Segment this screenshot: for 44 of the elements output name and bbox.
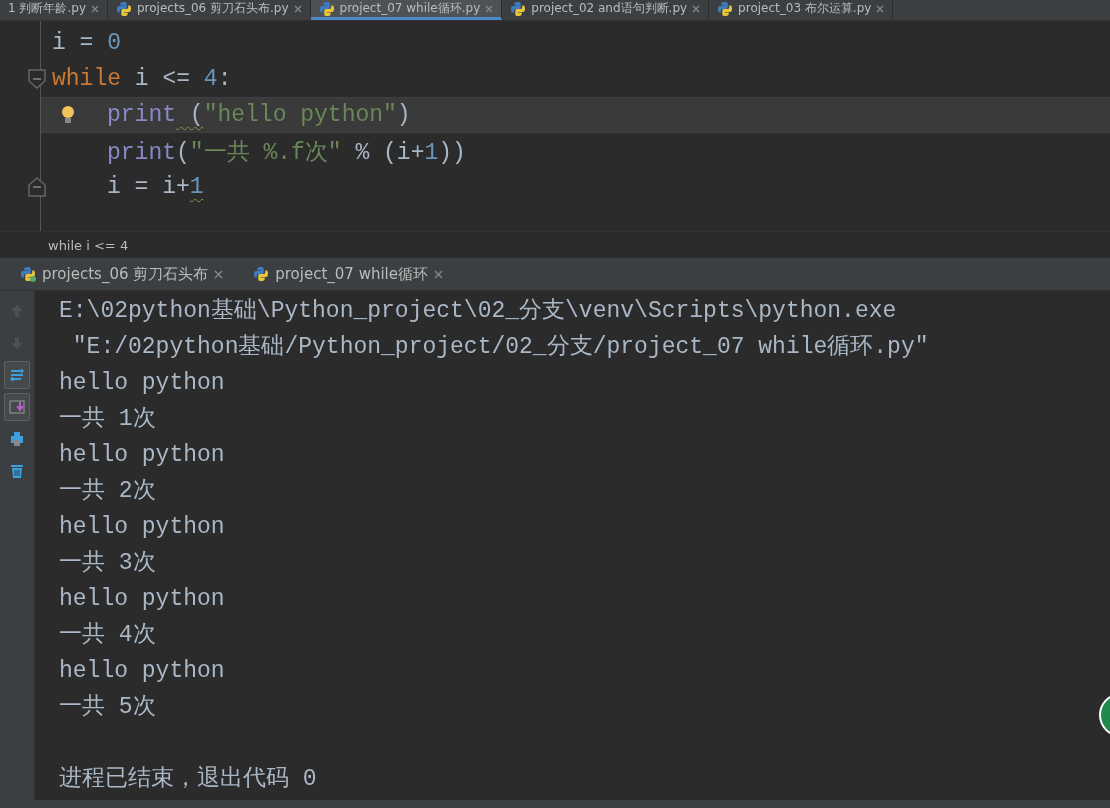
close-icon[interactable] [293,4,302,13]
code-line: print ("hello python") [107,102,411,128]
console-line: hello python [59,441,225,470]
lightbulb-icon[interactable] [61,105,75,125]
close-icon[interactable] [876,4,885,13]
python-icon [116,0,132,17]
code-line: print("一共 %.f次" % (i+1)) [107,138,466,167]
scroll-to-end-icon[interactable] [4,393,30,421]
close-icon[interactable] [91,4,99,13]
fold-icon[interactable] [28,177,46,197]
soft-wrap-icon[interactable] [4,361,30,389]
console-line: hello python [59,657,225,686]
python-icon [20,266,36,282]
editor-tab[interactable]: project_03 布尔运算.py [709,0,894,20]
python-icon [717,0,734,17]
console-line: 一共 5次 [59,693,156,722]
fold-icon[interactable] [28,69,46,89]
code-line: i = 0 [52,30,122,56]
editor-tab[interactable]: project_07 while循环.py [310,0,503,20]
run-tab[interactable]: projects_06 剪刀石头布 [0,258,234,290]
editor-tab[interactable]: 1 判断年龄.py [0,0,108,20]
close-icon[interactable] [434,269,443,279]
console-line: 一共 1次 [59,405,156,434]
console-line: 一共 4次 [59,621,156,650]
code-line: i = i+1 [107,174,204,200]
close-icon[interactable] [485,4,494,13]
console-line: 一共 3次 [59,549,156,578]
exit-message: 进程已结束，退出代码 0 [59,765,317,794]
console-line: "E:/02python基础/Python_project/02_分支/project_07 while循环.py" [71,333,929,362]
console-line: E:\02python基础\Python_project\02_分支\venv\Scripts\python.exe [59,297,897,326]
python-icon [253,266,270,282]
run-tab[interactable]: project_07 while循环 [233,258,453,290]
editor-tab[interactable]: project_02 and语句判断.py [502,0,710,20]
editor-tab[interactable]: projects_06 剪刀石头布.py [108,0,311,20]
close-icon[interactable] [214,269,224,279]
python-icon [318,0,335,17]
console-line: 一共 2次 [59,477,156,506]
breadcrumb[interactable]: while i <= 4 [48,237,129,253]
close-icon[interactable] [692,4,701,13]
console-line: hello python [59,513,225,542]
console-line: hello python [59,369,225,398]
python-icon [510,0,527,17]
console-line: hello python [59,585,225,614]
code-line: while i <= 4: [52,66,232,92]
